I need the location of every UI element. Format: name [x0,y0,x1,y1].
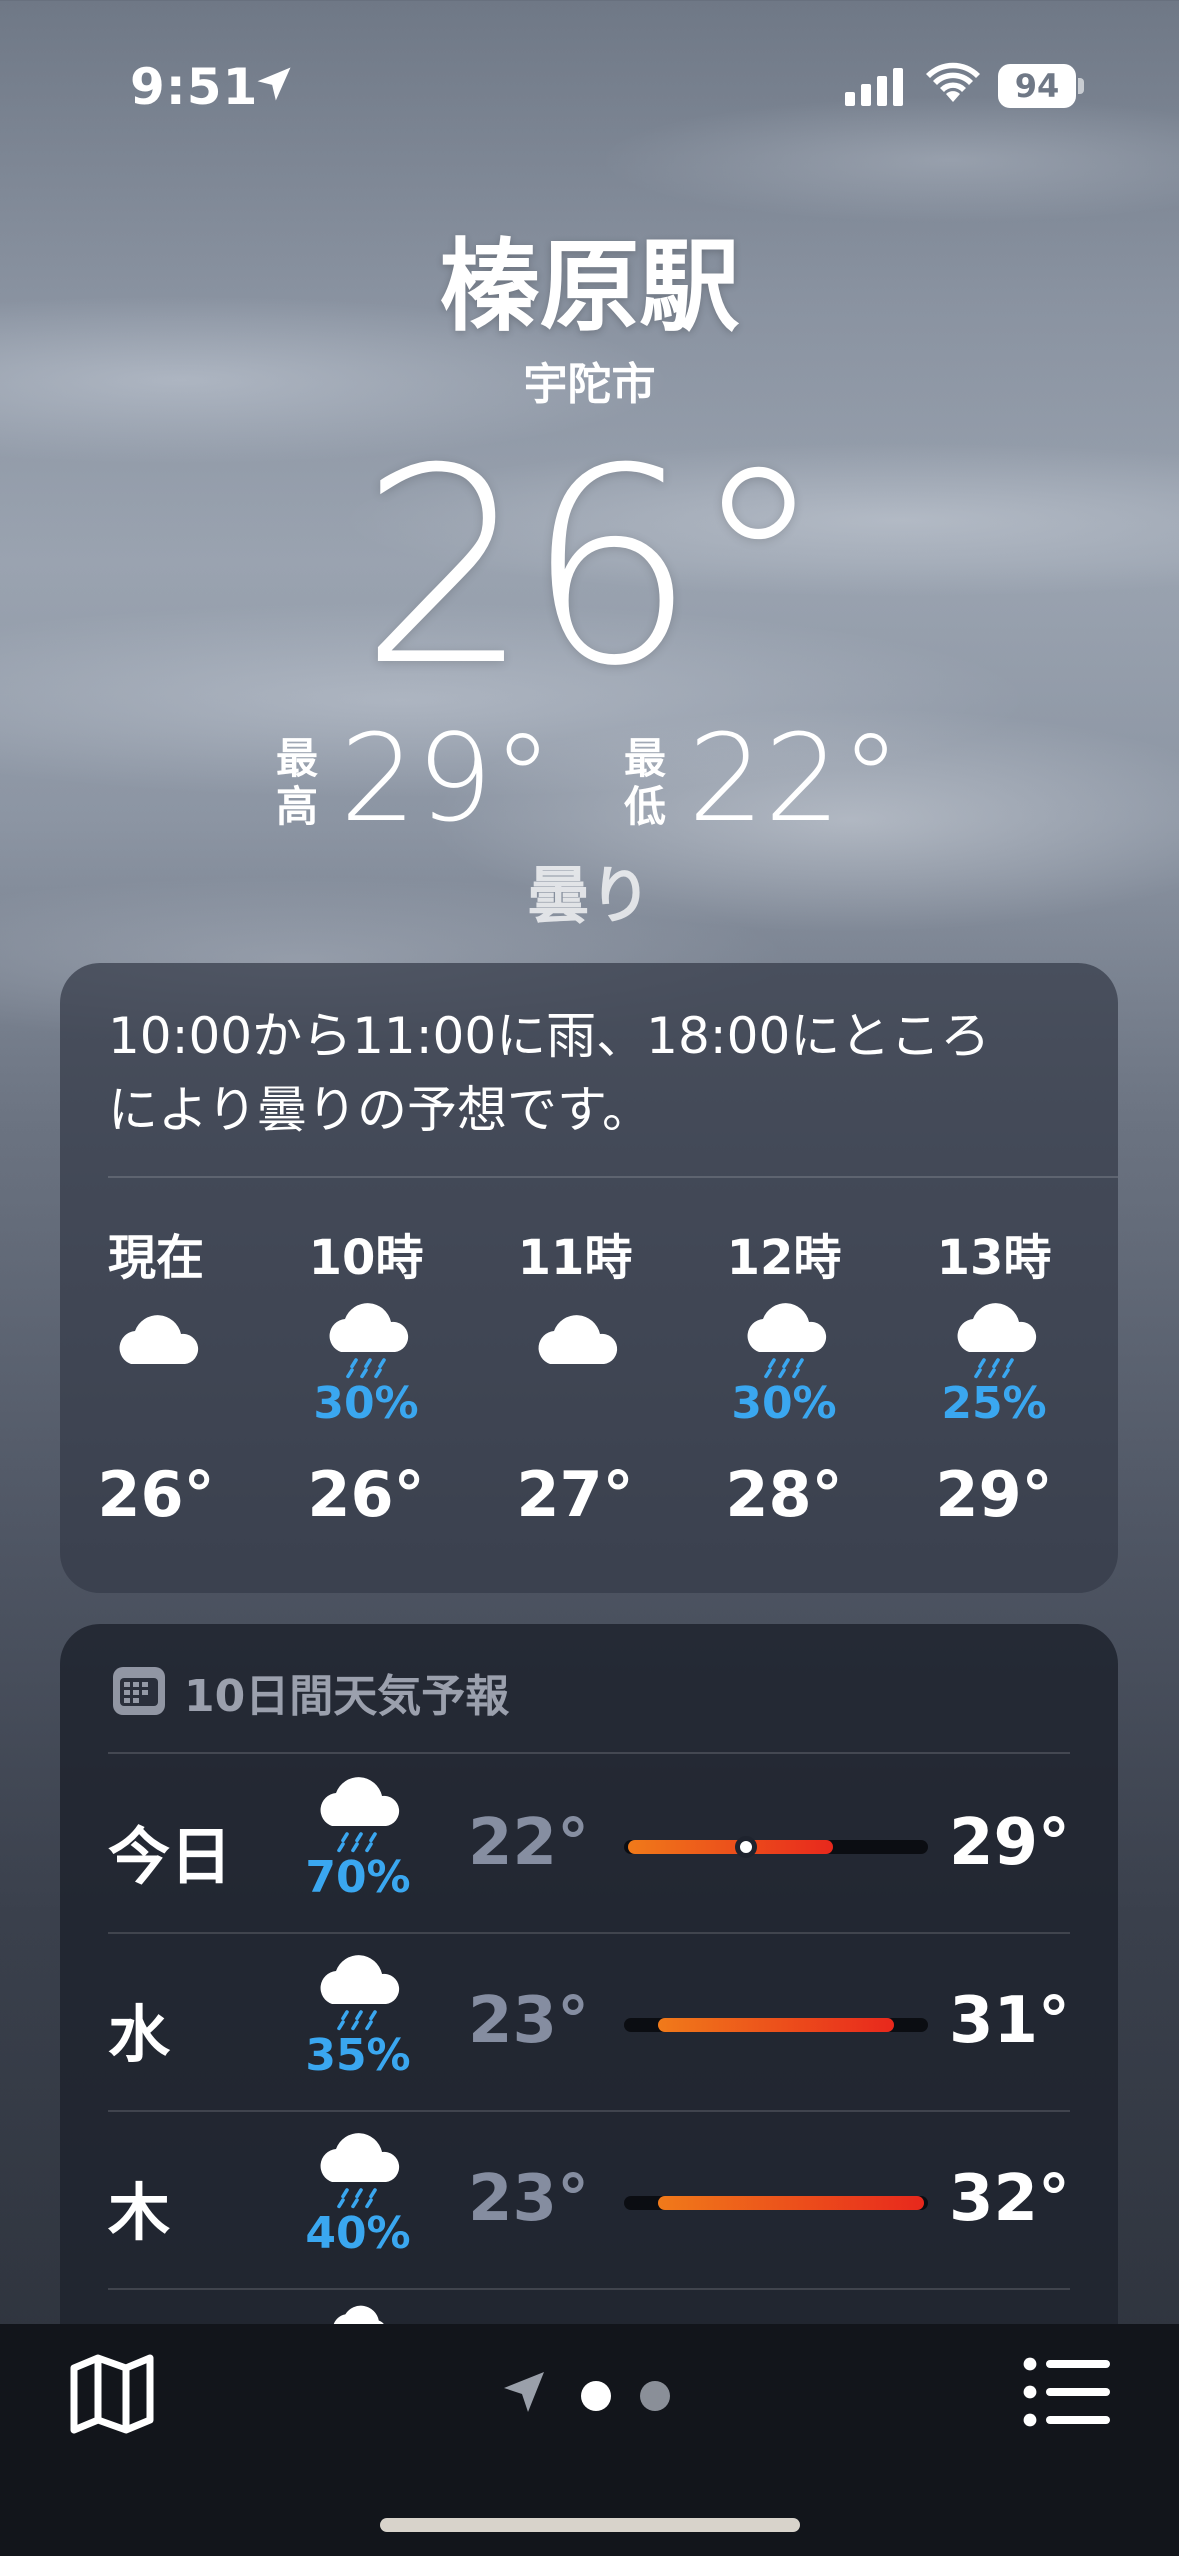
battery-tip [1078,78,1084,94]
current-location-page-icon[interactable] [500,2368,548,2416]
day-name: 今日 [108,1820,233,1893]
high-label: 最 高 [272,735,322,831]
temperature-range-fill [658,2018,894,2032]
status-bar: 9:51 94 [0,0,1179,160]
cloud-rain-icon [320,1955,400,2031]
calendar-icon [113,1667,165,1715]
day-precip-chance: 35% [305,2030,411,2081]
bottom-toolbar [0,2324,1179,2556]
hour-label: 10時 [308,1230,424,1286]
cloud-rain-icon [747,1303,827,1379]
cloud-rain-icon [320,2133,400,2209]
current-temperature-dot [734,1836,757,1858]
hourly-summary: 10:00から11:00に雨、18:00にところ により曇りの予想です。 [108,999,1088,1147]
battery-level: 94 [998,64,1076,108]
page-dot[interactable] [640,2381,670,2411]
wifi-icon [926,62,980,102]
temperature-range-fill [658,2196,924,2210]
hour-temperature: 26° [97,1458,215,1531]
hour-temperature: 27° [516,1458,634,1531]
current-temperature: 26° [359,410,826,725]
day-precip-chance: 40% [305,2208,411,2259]
hour-precip-chance: 30% [731,1378,837,1429]
hourly-divider [108,1176,1118,1178]
high-label-char-1: 最 [275,734,318,783]
condition: 曇り [527,859,652,932]
day-precip-chance: 70% [305,1852,411,1903]
cloud-rain-icon [320,1777,400,1853]
high-label-char-2: 高 [275,782,318,831]
map-icon[interactable] [68,2354,156,2434]
day-high-temperature: 31° [948,1984,1070,2058]
hour-temperature: 26° [307,1458,425,1531]
cloud-icon [119,1315,199,1364]
temperature-range-bar [624,1840,928,1854]
daily-title: 10日間天気予報 [184,1671,510,1722]
hour-precip-chance: 25% [941,1378,1047,1429]
hour-label: 12時 [726,1230,842,1286]
day-name: 水 [108,1998,171,2071]
day-low-temperature: 22° [468,1806,590,1880]
hour-temperature: 29° [935,1458,1053,1531]
cloud-rain-icon [957,1303,1037,1379]
hour-label: 11時 [517,1230,633,1286]
day-name: 木 [108,2176,171,2249]
hour-label: 13時 [936,1230,1052,1286]
list-icon[interactable] [1022,2356,1112,2428]
temperature-range-bar [624,2018,928,2032]
low-label: 最 低 [620,735,670,831]
low-temperature: 22° [688,710,901,849]
day-low-temperature: 23° [468,2162,590,2236]
cloud-icon [538,1315,618,1364]
cellular-signal-icon [845,68,903,106]
hour-label: 現在 [107,1230,204,1286]
low-label-char-1: 最 [623,734,666,783]
day-row[interactable]: 水 35% 23° 31° [108,1932,1070,2110]
location-arrow-icon [257,67,291,101]
day-high-temperature: 29° [948,1806,1070,1880]
high-low: 最 高 29° 最 低 22° [0,715,1179,845]
hourly-summary-line-1: 10:00から11:00に雨、18:00にところ [108,1007,991,1065]
temperature-range-bar [624,2196,928,2210]
home-indicator [380,2518,800,2532]
hourly-forecast-card[interactable]: 10:00から11:00に雨、18:00にところ により曇りの予想です。 現在 2… [60,963,1118,1593]
cloud-rain-icon [329,1303,409,1379]
day-row[interactable]: 今日 70% 22° 29° [108,1754,1070,1932]
day-low-temperature: 23° [468,1984,590,2058]
hour-temperature: 28° [725,1458,843,1531]
location-sub: 宇陀市 [523,359,656,410]
temperature-range-fill [628,1840,833,1854]
status-time: 9:51 [130,58,259,116]
high-temperature: 29° [340,710,553,849]
location-name: 榛原駅 [439,228,740,345]
low-label-char-2: 低 [623,782,666,831]
day-row[interactable]: 木 40% 23° 32° [108,2110,1070,2288]
day-high-temperature: 32° [948,2162,1070,2236]
day-divider [108,2288,1070,2290]
hourly-summary-line-2: により曇りの予想です。 [108,1081,652,1139]
hour-precip-chance: 30% [313,1378,419,1429]
page-dot-active[interactable] [581,2381,611,2411]
